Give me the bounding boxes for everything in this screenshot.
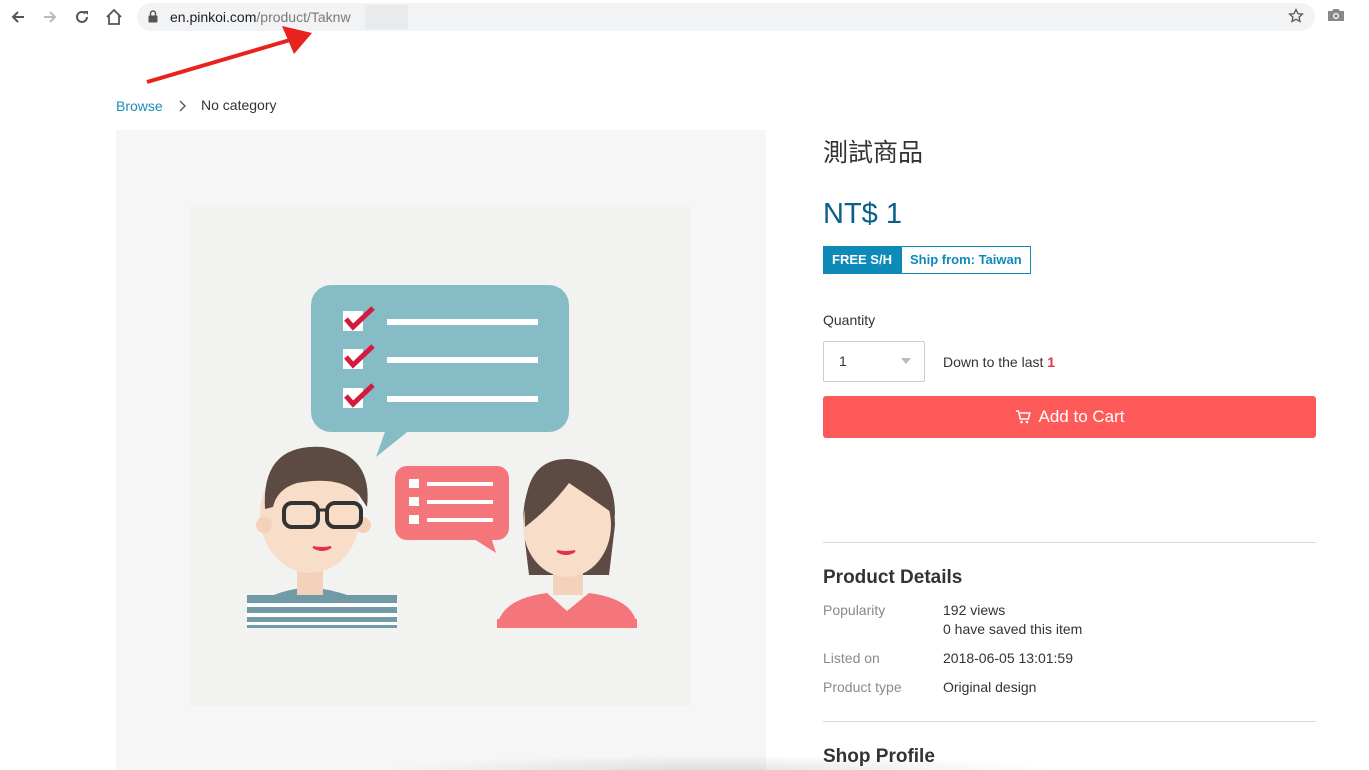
divider	[823, 721, 1316, 722]
cart-icon	[1015, 409, 1031, 425]
ship-from-badge: Ship from: Taiwan	[900, 246, 1031, 274]
stock-note: Down to the last 1	[943, 354, 1055, 370]
annotation-arrow	[146, 26, 312, 84]
divider	[823, 542, 1316, 543]
product-price: NT$ 1	[823, 198, 902, 230]
listed-on-label: Listed on	[823, 650, 880, 666]
stock-count: 1	[1047, 354, 1056, 370]
popularity-label: Popularity	[823, 602, 886, 618]
saved-count: 0 have saved this item	[943, 621, 1083, 637]
breadcrumb-browse-link[interactable]: Browse	[116, 98, 163, 114]
breadcrumb-current: No category	[201, 97, 277, 113]
shipping-badges: FREE S/H Ship from: Taiwan	[823, 246, 1031, 274]
free-shipping-badge: FREE S/H	[823, 246, 901, 274]
camera-icon[interactable]	[1327, 7, 1345, 27]
product-details-heading: Product Details	[823, 567, 963, 588]
bottom-shadow	[380, 755, 1060, 770]
product-type-value: Original design	[943, 679, 1037, 695]
star-icon[interactable]	[1288, 7, 1304, 29]
quantity-select[interactable]: 1	[823, 341, 925, 382]
views-count: 192 views	[943, 602, 1006, 618]
listed-on-value: 2018-06-05 13:01:59	[943, 650, 1073, 666]
add-to-cart-button[interactable]: Add to Cart	[823, 396, 1316, 438]
product-title: 測試商品	[823, 138, 924, 167]
quantity-value: 1	[839, 353, 847, 369]
product-image-panel[interactable]	[116, 130, 766, 770]
url-redaction	[365, 5, 408, 29]
product-type-label: Product type	[823, 679, 902, 695]
product-illustration	[191, 207, 691, 706]
stock-prefix: Down to the last	[943, 354, 1044, 370]
add-to-cart-label: Add to Cart	[1038, 407, 1125, 426]
chevron-right-icon	[178, 98, 188, 119]
quantity-label: Quantity	[823, 312, 876, 328]
caret-down-icon	[901, 358, 911, 364]
